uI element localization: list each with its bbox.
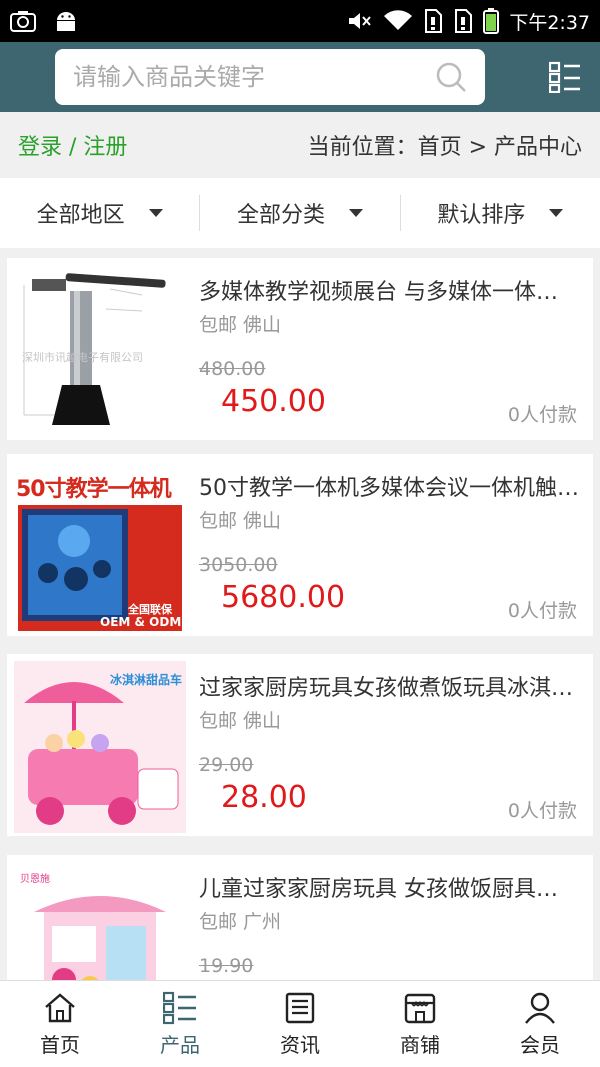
tab-label: 首页 (40, 1032, 80, 1057)
member-icon (525, 992, 555, 1024)
product-card[interactable]: 冰淇淋甜品车 过家家厨房玩具女孩做煮饭玩具冰淇淋车 包邮 佛山 29.00 28… (7, 654, 593, 836)
chevron-down-icon (349, 209, 363, 217)
product-shipping-location: 包邮 广州 (199, 911, 282, 933)
paid-count: 0人付款 (507, 800, 577, 822)
bottom-tab-bar: 首页 产品 资讯 商铺 会员 (0, 980, 600, 1067)
product-list-icon (163, 991, 196, 1024)
product-image-ice-cream-cart[interactable]: 冰淇淋甜品车 (14, 661, 186, 833)
original-price: 19.90 (199, 955, 254, 977)
paid-count: 0人付款 (507, 404, 577, 426)
login-register-link[interactable]: 登录 / 注册 (18, 129, 127, 161)
wifi-icon (384, 10, 413, 30)
tab-news[interactable]: 资讯 (240, 981, 360, 1067)
status-bar: 下午2:37 (0, 0, 600, 42)
filter-label: 默认排序 (437, 203, 526, 228)
chevron-down-icon (148, 209, 163, 217)
product-card[interactable]: 50寸教学一体机 全国联保 OEM & ODM 50寸教学一体机多媒体会议一体机… (7, 454, 593, 636)
filter-label: 全部地区 (36, 203, 125, 228)
product-image-kitchen-toy[interactable]: 贝恩施 (14, 862, 186, 980)
filter-sort[interactable]: 默认排序 (399, 195, 600, 231)
product-title[interactable]: 过家家厨房玩具女孩做煮饭玩具冰淇淋车 (199, 670, 579, 702)
product-image-teaching-display[interactable]: 50寸教学一体机 全国联保 OEM & ODM (14, 461, 186, 633)
original-price: 3050.00 (199, 554, 278, 576)
tab-member[interactable]: 会员 (480, 981, 600, 1067)
filter-region[interactable]: 全部地区 (0, 195, 199, 231)
sim2-icon (455, 9, 473, 33)
paid-count: 0人付款 (507, 600, 577, 622)
watermark: 深圳市讯越电子有限公司 (22, 351, 143, 364)
product-shipping-location: 包邮 佛山 (199, 510, 282, 532)
chevron-down-icon (549, 209, 564, 217)
product-card[interactable]: 深圳市讯越电子有限公司 多媒体教学视频展台 与多媒体一体机配套使用 包邮 佛山 … (7, 258, 593, 440)
category-menu-icon[interactable] (549, 61, 581, 93)
filter-bar: 全部地区 全部分类 默认排序 (0, 178, 600, 248)
search-input[interactable] (73, 63, 435, 91)
product-image-projector[interactable]: 深圳市讯越电子有限公司 (14, 265, 186, 437)
screenshot-icon (10, 11, 36, 32)
image-badge: OEM & ODM (100, 615, 182, 629)
sim1-icon (425, 9, 443, 33)
tab-shop[interactable]: 商铺 (360, 981, 480, 1067)
original-price: 480.00 (199, 358, 266, 380)
product-card[interactable]: 贝恩施 儿童过家家厨房玩具 女孩做饭厨具套装 包邮 广州 19.90 (7, 855, 593, 980)
product-shipping-location: 包邮 佛山 (199, 710, 282, 732)
product-title[interactable]: 多媒体教学视频展台 与多媒体一体机配套使用 (199, 274, 579, 306)
sale-price: 450.00 (221, 384, 326, 419)
tab-label: 商铺 (400, 1032, 440, 1057)
news-icon (285, 992, 315, 1023)
product-title[interactable]: 儿童过家家厨房玩具 女孩做饭厨具套装 (199, 871, 579, 903)
product-shipping-location: 包邮 佛山 (199, 314, 282, 336)
shop-icon (404, 993, 436, 1023)
image-caption: 冰淇淋甜品车 (110, 673, 183, 687)
android-icon (57, 12, 75, 31)
home-icon (45, 992, 75, 1022)
search-box[interactable] (55, 49, 485, 105)
tab-label: 资讯 (280, 1032, 320, 1057)
tab-label: 产品 (160, 1032, 200, 1057)
original-price: 29.00 (199, 754, 254, 776)
breadcrumb: 当前位置：首页 > 产品中心 (307, 135, 582, 160)
product-list: 深圳市讯越电子有限公司 多媒体教学视频展台 与多媒体一体机配套使用 包邮 佛山 … (0, 248, 600, 980)
sale-price: 5680.00 (221, 580, 346, 615)
search-icon[interactable] (435, 61, 467, 93)
clock: 下午2:37 (509, 11, 590, 34)
image-caption: 50寸教学一体机 (16, 477, 172, 502)
filter-category[interactable]: 全部分类 (199, 195, 399, 231)
tab-products[interactable]: 产品 (120, 981, 240, 1067)
battery-icon (483, 8, 500, 34)
mute-icon (349, 13, 372, 29)
sale-price: 28.00 (221, 780, 307, 815)
tab-label: 会员 (520, 1032, 560, 1057)
filter-label: 全部分类 (236, 203, 325, 228)
tab-home[interactable]: 首页 (0, 981, 120, 1067)
app-header (0, 42, 600, 112)
brand-logo: 贝恩施 (20, 874, 50, 885)
product-title[interactable]: 50寸教学一体机多媒体会议一体机触摸屏 (199, 470, 579, 502)
breadcrumb-bar: 登录 / 注册 当前位置：首页 > 产品中心 (0, 112, 600, 178)
